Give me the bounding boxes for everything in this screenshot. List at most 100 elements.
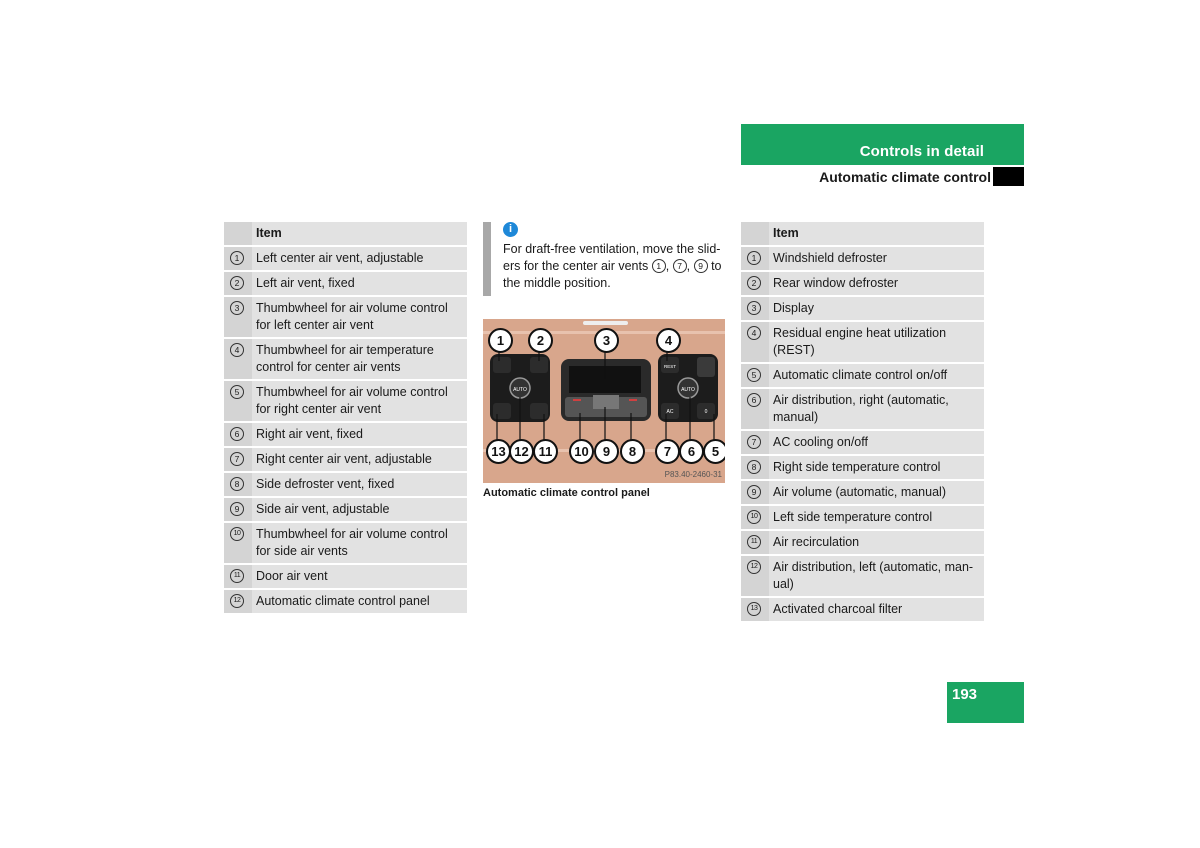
item-number: 11 xyxy=(747,534,761,549)
item-number: 9 xyxy=(230,501,244,516)
item-number: 6 xyxy=(230,426,244,441)
section-header-bar: Controls in detail xyxy=(741,124,1024,165)
callout-4: 4 xyxy=(656,328,681,353)
callout-13: 13 xyxy=(486,439,511,464)
callout-1: 1 xyxy=(488,328,513,353)
climate-control-panel-photo: AUTO AUTO REST AC 0 1 2 3 4 13 12 11 10 … xyxy=(483,319,725,483)
callout-10: 10 xyxy=(569,439,594,464)
item-number: 4 xyxy=(230,342,244,357)
item-number: 12 xyxy=(230,593,244,608)
callout-7: 7 xyxy=(655,439,680,464)
item-description: Side defroster vent, fixed xyxy=(252,472,467,498)
svg-text:REST: REST xyxy=(664,364,676,369)
table-row: 12 Air distribution, left (automatic, man… xyxy=(741,555,984,598)
table-row: 7 AC cooling on/off xyxy=(741,430,984,456)
callout-3: 3 xyxy=(594,328,619,353)
item-number: 7 xyxy=(230,451,244,466)
item-description: Activated charcoal filter xyxy=(769,597,984,623)
right-item-table: Item 1 Windshield defroster 2 Rear window d… xyxy=(741,222,984,623)
callout-6: 6 xyxy=(679,439,704,464)
subsection-title: Automatic climate control xyxy=(819,169,991,185)
item-number: 11 xyxy=(230,568,244,583)
item-number: 7 xyxy=(747,434,761,449)
table-row: 2 Left air vent, fixed xyxy=(224,271,467,297)
table-row: 1 Left center air vent, adjustable xyxy=(224,246,467,272)
item-description: Automatic climate control on/off xyxy=(769,363,984,389)
item-number: 12 xyxy=(747,559,761,574)
table-row: 5 Thumbwheel for air volume control for r… xyxy=(224,380,467,423)
item-number: 1 xyxy=(747,250,761,265)
item-description: Thumbwheel for air volume control for si… xyxy=(252,522,467,565)
svg-text:AC: AC xyxy=(667,409,674,415)
item-description: Thumbwheel for air volume control for ri… xyxy=(252,380,467,423)
table-row: 11 Air recirculation xyxy=(741,530,984,556)
table-row: 10 Left side temperature control xyxy=(741,505,984,531)
item-number: 10 xyxy=(230,526,244,541)
ref-circle: 7 xyxy=(672,258,687,273)
item-description: Thumbwheel for air volume control for le… xyxy=(252,296,467,339)
callout-8: 8 xyxy=(620,439,645,464)
table-header-row: Item xyxy=(224,222,467,247)
callout-12: 12 xyxy=(509,439,534,464)
table-header-item: Item xyxy=(252,222,467,247)
item-description: Thumbwheel for air temperature control f… xyxy=(252,338,467,381)
callout-11: 11 xyxy=(533,439,558,464)
item-description: Right center air vent, adjustable xyxy=(252,447,467,473)
callout-9: 9 xyxy=(594,439,619,464)
table-row: 4 Thumbwheel for air temperature control … xyxy=(224,338,467,381)
callout-2: 2 xyxy=(528,328,553,353)
item-number: 10 xyxy=(747,509,761,524)
svg-text:0: 0 xyxy=(705,409,708,415)
image-code: P83.40-2460-31 xyxy=(664,470,722,479)
callout-5: 5 xyxy=(703,439,725,464)
svg-text:AUTO: AUTO xyxy=(513,387,527,393)
item-number: 2 xyxy=(230,275,244,290)
table-row: 3 Thumbwheel for air volume control for l… xyxy=(224,296,467,339)
item-number: 5 xyxy=(230,384,244,399)
table-header-item: Item xyxy=(769,222,984,247)
left-item-table: Item 1 Left center air vent, adjustable 2 L… xyxy=(224,222,467,615)
figure-caption: Automatic climate control panel xyxy=(483,487,650,499)
item-description: Side air vent, adjustable xyxy=(252,497,467,523)
table-row: 9 Air volume (automatic, manual) xyxy=(741,480,984,506)
subsection-marker xyxy=(993,167,1024,186)
item-description: Residual engine heat utilization (REST) xyxy=(769,321,984,364)
table-row: 6 Air distribution, right (automatic, man… xyxy=(741,388,984,431)
item-description: Air recirculation xyxy=(769,530,984,556)
table-row: 13 Activated charcoal filter xyxy=(741,597,984,623)
table-row: 10 Thumbwheel for air volume control for … xyxy=(224,522,467,565)
ref-circle: 1 xyxy=(651,258,666,273)
item-number: 9 xyxy=(747,484,761,499)
page-number-box: 193 xyxy=(947,682,1024,723)
page-number: 193 xyxy=(952,686,978,703)
table-row: 9 Side air vent, adjustable xyxy=(224,497,467,523)
item-number: 8 xyxy=(747,459,761,474)
svg-text:AUTO: AUTO xyxy=(681,387,695,393)
table-row: 7 Right center air vent, adjustable xyxy=(224,447,467,473)
item-description: Windshield defroster xyxy=(769,246,984,272)
item-number: 8 xyxy=(230,476,244,491)
table-row: 8 Right side temperature control xyxy=(741,455,984,481)
item-number: 1 xyxy=(230,250,244,265)
item-number: 13 xyxy=(747,601,761,616)
table-header-row: Item xyxy=(741,222,984,247)
item-number: 3 xyxy=(747,300,761,315)
table-row: 5 Automatic climate control on/off xyxy=(741,363,984,389)
item-number: 4 xyxy=(747,325,761,340)
item-description: Left center air vent, adjustable xyxy=(252,246,467,272)
table-row: 1 Windshield defroster xyxy=(741,246,984,272)
item-number: 6 xyxy=(747,392,761,407)
item-description: Display xyxy=(769,296,984,322)
table-row: 4 Residual engine heat utilization (REST) xyxy=(741,321,984,364)
table-row: 6 Right air vent, fixed xyxy=(224,422,467,448)
item-description: Air distribution, left (automatic, man-u… xyxy=(769,555,984,598)
item-description: Left side temperature control xyxy=(769,505,984,531)
table-row: 8 Side defroster vent, fixed xyxy=(224,472,467,498)
note-sidebar xyxy=(483,222,491,296)
note-text: For draft-free ventilation, move the sli… xyxy=(503,242,722,290)
item-number: 3 xyxy=(230,300,244,315)
item-description: Right side temperature control xyxy=(769,455,984,481)
table-row: 3 Display xyxy=(741,296,984,322)
item-description: Automatic climate control panel xyxy=(252,589,467,615)
info-icon: i xyxy=(503,222,518,237)
